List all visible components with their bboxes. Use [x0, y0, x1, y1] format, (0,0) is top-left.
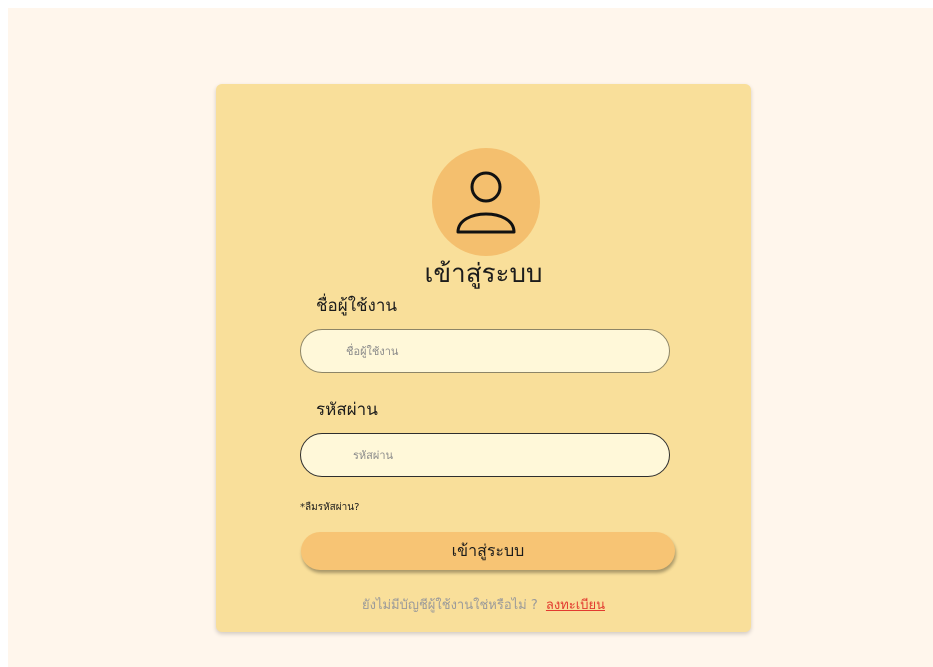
- signup-prompt-row: ยังไม่มีบัญชีผู้ใช้งานใช่หรือไม่ ? ลงทะเ…: [216, 594, 751, 615]
- login-button[interactable]: เข้าสู่ระบบ: [301, 532, 675, 570]
- password-input[interactable]: [300, 433, 670, 477]
- username-label: ชื่อผู้ใช้งาน: [316, 296, 398, 316]
- signup-link[interactable]: ลงทะเบียน: [546, 598, 605, 613]
- signup-prompt-text: ยังไม่มีบัญชีผู้ใช้งานใช่หรือไม่ ?: [361, 598, 538, 613]
- forgot-password-link[interactable]: *ลืมรหัสผ่าน?: [300, 500, 359, 515]
- username-input[interactable]: [300, 329, 670, 373]
- user-icon: [456, 171, 516, 234]
- avatar: [432, 148, 540, 256]
- page-title: เข้าสู่ระบบ: [424, 259, 543, 289]
- login-card: เข้าสู่ระบบ ชื่อผู้ใช้งาน รหัสผ่าน *ลืมร…: [216, 84, 751, 632]
- password-label: รหัสผ่าน: [316, 400, 378, 420]
